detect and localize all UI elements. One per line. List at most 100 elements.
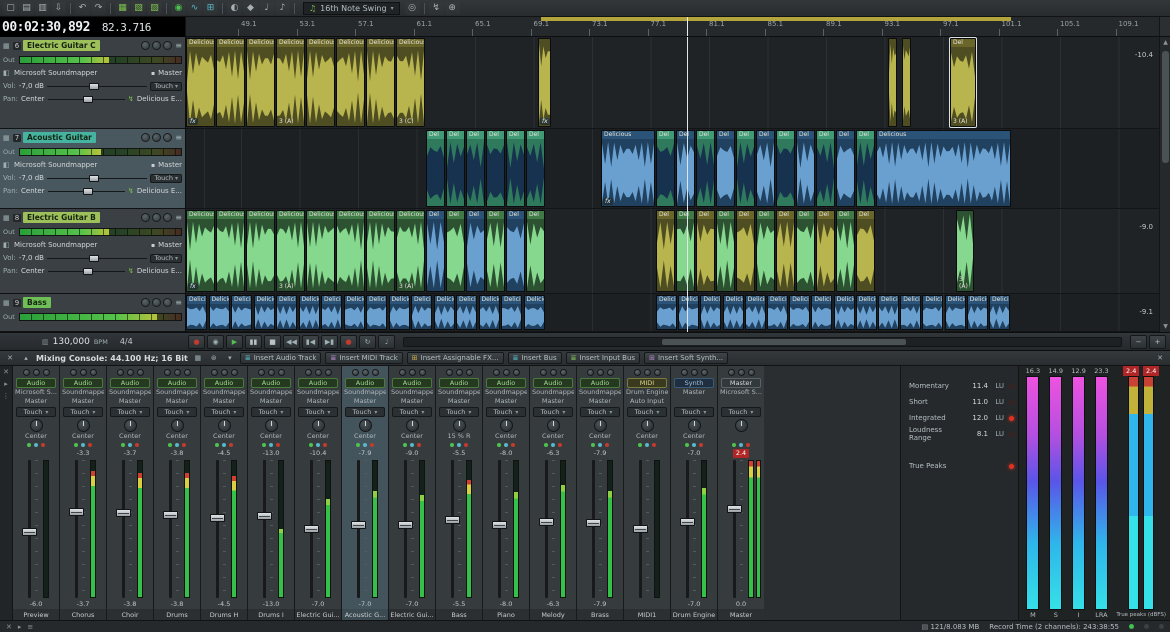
strip-output-port[interactable]: Soundmapper (297, 388, 339, 397)
mixer-channel-strip[interactable]: MIDIDrum EngineAuto InputTouch▾CenterMID… (624, 366, 670, 621)
fx-indicator-dot[interactable] (135, 443, 139, 447)
arrange-clips-pane[interactable]: DeliciousfxDeliciousDeliciousDelicious3 … (186, 37, 1159, 332)
audio-clip[interactable]: Del (716, 130, 735, 207)
strip-type-badge[interactable]: Audio (110, 378, 150, 388)
fx-indicator-dot[interactable] (363, 443, 367, 447)
mute-tool-icon[interactable]: ◐ (227, 2, 242, 15)
strip-pan-knob[interactable] (312, 419, 325, 432)
audio-clip[interactable]: Delicious (216, 210, 245, 292)
pan-slider[interactable] (48, 268, 125, 275)
fader-handle[interactable] (69, 508, 84, 516)
fx-indicator-dot[interactable] (511, 443, 515, 447)
strip-mute-button[interactable] (117, 369, 124, 376)
strip-record-button[interactable] (466, 369, 473, 376)
strip-output-port[interactable]: Soundmapper (109, 388, 151, 397)
audio-clip[interactable]: Del (796, 130, 815, 207)
strip-pan-knob[interactable] (735, 419, 748, 432)
track-header[interactable]: ▦7Acoustic Guitar≡Out◧Microsoft Soundmap… (0, 129, 185, 209)
track-lane[interactable]: DeliciousDeliciousDeliciousDeliciousDeli… (186, 294, 1159, 332)
strip-mute-button[interactable] (258, 369, 265, 376)
mixer-channel-strip[interactable]: SynthMasterTouch▾Center-7.0-7.0Drum Engi… (671, 366, 717, 621)
audio-clip[interactable]: Del (506, 130, 525, 207)
status-panel-icon[interactable]: ▸ (18, 623, 22, 631)
audio-clip[interactable]: Delicious (306, 38, 335, 127)
audio-clip[interactable]: Delicious (336, 38, 365, 127)
fx-indicator-dot[interactable] (551, 443, 555, 447)
horizontal-scrollbar-thumb[interactable] (662, 339, 906, 345)
audio-engine-icon[interactable]: ↯ (429, 2, 444, 15)
strip-bus[interactable]: Master (297, 397, 339, 406)
audio-clip[interactable]: Del (446, 130, 465, 207)
audio-clip[interactable]: Del (526, 210, 545, 292)
fader-handle[interactable] (22, 528, 37, 536)
mixer-channel-strip[interactable]: AudioSoundmapperMasterTouch▾Center-3.3-3… (60, 366, 106, 621)
track-solo-button[interactable] (152, 41, 161, 50)
mixer-channel-strip[interactable]: AudioMicrosoft S...MasterTouch▾Center-6.… (13, 366, 59, 621)
chevron-down-icon[interactable]: ▾ (224, 353, 236, 364)
track-record-button[interactable] (163, 133, 172, 142)
strip-solo-button[interactable] (33, 369, 40, 376)
audio-clip[interactable]: Delicious (299, 295, 320, 330)
audio-clip[interactable]: Delicious (344, 295, 365, 330)
strip-solo-button[interactable] (597, 369, 604, 376)
strip-bus[interactable]: Master (15, 397, 57, 406)
strip-pan-knob[interactable] (453, 419, 466, 432)
strip-type-badge[interactable]: Audio (486, 378, 526, 388)
audio-clip[interactable]: Del (856, 130, 875, 207)
audio-clip[interactable]: Delicious (306, 210, 335, 292)
strip-type-badge[interactable]: Master (721, 378, 761, 388)
audio-clip[interactable]: Deliciousfx (186, 210, 215, 292)
fx-indicator-dot[interactable] (356, 443, 360, 447)
audio-clip[interactable]: Delicious (723, 295, 744, 330)
audio-clip[interactable]: Del (466, 130, 485, 207)
audio-clip[interactable]: Delicious (789, 295, 810, 330)
strip-solo-button[interactable] (127, 369, 134, 376)
strip-automation-dropdown[interactable]: Touch▾ (392, 407, 432, 417)
fx-indicator-dot[interactable] (34, 443, 38, 447)
track-solo-button[interactable] (152, 213, 161, 222)
audio-clip[interactable]: Delicious (246, 38, 275, 127)
fx-indicator-dot[interactable] (544, 443, 548, 447)
fx-indicator-dot[interactable] (746, 443, 750, 447)
strip-pan-knob[interactable] (124, 419, 137, 432)
vertical-scrollbar[interactable]: ▲ ▼ (1159, 37, 1170, 332)
mixer-channel-strip[interactable]: AudioSoundmapperMasterTouch▾Center-9.0-7… (389, 366, 435, 621)
strip-type-badge[interactable]: Audio (63, 378, 103, 388)
strip-type-badge[interactable]: Audio (251, 378, 291, 388)
track-mute-button[interactable] (141, 213, 150, 222)
open-project-icon[interactable]: ▤ (19, 2, 34, 15)
loop-button[interactable]: ↻ (359, 335, 376, 349)
audio-clip[interactable]: Delicious (656, 295, 677, 330)
fader-handle[interactable] (633, 525, 648, 533)
audio-clip[interactable]: Del (796, 210, 815, 292)
audio-clip[interactable]: Delicious (231, 295, 252, 330)
audio-clip[interactable] (902, 38, 911, 127)
fx-indicator-dot[interactable] (699, 443, 703, 447)
audio-clip[interactable]: Delicious3 (A) (276, 38, 305, 127)
track-name[interactable]: Acoustic Guitar (23, 132, 96, 143)
strip-pan-knob[interactable] (688, 419, 701, 432)
strip-automation-dropdown[interactable]: Touch▾ (486, 407, 526, 417)
fx-indicator-dot[interactable] (168, 443, 172, 447)
audio-clip[interactable]: Delicious (678, 295, 699, 330)
strip-solo-button[interactable] (644, 369, 651, 376)
fader-handle[interactable] (210, 514, 225, 522)
strip-record-button[interactable] (654, 369, 661, 376)
mixer-channel-strip[interactable]: AudioSoundmapperMasterTouch▾Center-10.4-… (295, 366, 341, 621)
clip-fx-badge[interactable]: fx (603, 198, 613, 205)
audio-clip[interactable]: Del (856, 210, 875, 292)
strip-mute-button[interactable] (23, 369, 30, 376)
mixer-channel-strip[interactable]: AudioSoundmapperMasterTouch▾Center-4.5-4… (201, 366, 247, 621)
automation-mode-dropdown[interactable]: Touch▾ (150, 174, 182, 183)
fx-indicator-dot[interactable] (81, 443, 85, 447)
strip-mute-button[interactable] (399, 369, 406, 376)
record-button[interactable]: ● (188, 335, 205, 349)
record-automation-button[interactable]: ● (340, 335, 357, 349)
audio-clip[interactable]: Del (466, 210, 485, 292)
gutter-close-icon[interactable]: ✕ (3, 368, 9, 376)
go-to-start-button[interactable]: ▮◀ (302, 335, 319, 349)
fx-indicator-dot[interactable] (403, 443, 407, 447)
step-record-button[interactable]: ◉ (207, 335, 224, 349)
record-mode-icon[interactable]: ◉ (171, 2, 186, 15)
fx-indicator-dot[interactable] (504, 443, 508, 447)
